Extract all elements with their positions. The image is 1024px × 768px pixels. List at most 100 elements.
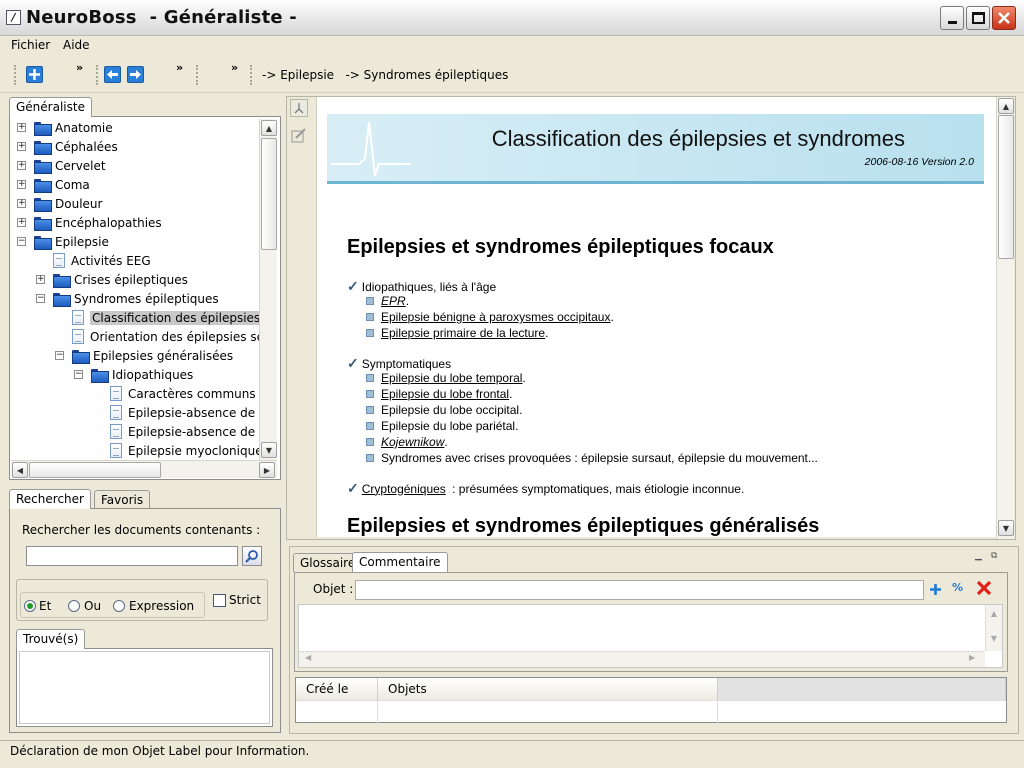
toolbar-grip-4[interactable] [250, 65, 253, 85]
list-item[interactable]: Epilepsie bénigne à paroxysmes occipitau… [381, 310, 614, 324]
document-vertical-scrollbar[interactable]: ▲ ▼ [996, 97, 1014, 539]
toolbar-grip[interactable] [14, 65, 17, 85]
menu-fichier[interactable]: Fichier [6, 37, 55, 54]
radio-et[interactable] [24, 600, 36, 612]
list-item[interactable]: Epilepsie du lobe temporal. [381, 371, 526, 385]
panel-minimize-icon[interactable]: ▁ [975, 551, 982, 561]
column-header-cree-le[interactable]: Créé le [296, 678, 378, 700]
comment-scroll-right-icon[interactable]: ▶ [969, 653, 975, 662]
edit-tool-button[interactable] [290, 126, 308, 144]
comment-scroll-up-icon[interactable]: ▲ [986, 609, 1002, 618]
tree-item-label: Idiopathiques [112, 367, 194, 382]
list-item-link[interactable]: Epilepsie du lobe frontal [381, 387, 509, 401]
doc-scroll-up-icon[interactable]: ▲ [998, 98, 1014, 114]
list-item-link[interactable]: Epilepsie bénigne à paroxysmes occipitau… [381, 310, 610, 324]
maximize-button[interactable] [966, 6, 990, 30]
expand-icon[interactable]: + [17, 142, 26, 151]
navigation-tree[interactable]: + Anatomie + Céphalées + Cervelet + Coma + Douleu… [11, 118, 277, 460]
tab-rechercher[interactable]: Rechercher [9, 489, 91, 509]
comment-text-area[interactable]: ▲ ▼ ◀ ▶ [298, 604, 1003, 668]
doc-scroll-down-icon[interactable]: ▼ [998, 520, 1014, 536]
results-list[interactable] [19, 651, 270, 724]
tab-favoris[interactable]: Favoris [94, 490, 151, 508]
strict-label: Strict [229, 593, 261, 607]
back-button[interactable] [104, 66, 121, 83]
arrow-right-icon [130, 70, 141, 79]
list-item: Syndromes avec crises provoquées : épile… [381, 451, 818, 465]
objet-input[interactable] [355, 580, 924, 600]
breadcrumb[interactable]: -> Epilepsie -> Syndromes épileptiques [262, 68, 508, 82]
add-comment-button[interactable] [928, 581, 942, 597]
tree-vertical-scrollbar[interactable]: ▲ ▼ [259, 119, 277, 460]
list-item-link[interactable]: Epilepsie primaire de la lecture [381, 326, 545, 340]
doc-scroll-thumb[interactable] [998, 115, 1014, 259]
expand-icon[interactable]: + [17, 123, 26, 132]
expand-icon[interactable]: + [36, 275, 45, 284]
comments-table[interactable]: Créé le Objets [295, 677, 1007, 723]
checkmark-icon: ✓ [347, 480, 359, 496]
radio-expression[interactable] [113, 600, 125, 612]
table-row[interactable] [296, 700, 1006, 723]
list-item-link[interactable]: EPR [381, 294, 406, 308]
group-label: Symptomatiques [361, 356, 452, 371]
tree-scroll-thumb[interactable] [261, 138, 277, 250]
edit-percent-icon: % [952, 581, 964, 594]
toolbar-overflow-2[interactable]: » [176, 61, 183, 74]
forward-button[interactable] [127, 66, 144, 83]
close-button[interactable] [992, 6, 1016, 30]
list-bullet-icon [366, 297, 374, 305]
expand-icon[interactable]: + [17, 218, 26, 227]
split-toggle-button[interactable] [290, 99, 308, 117]
folder-icon [34, 159, 52, 174]
column-header-objets[interactable]: Objets [378, 678, 718, 700]
tree-item-label: Syndromes épileptiques [74, 291, 219, 306]
edit-comment-button[interactable]: % [952, 581, 968, 597]
list-item[interactable]: EPR. [381, 294, 409, 308]
tab-generaliste[interactable]: Généraliste [9, 97, 92, 117]
menu-aide[interactable]: Aide [58, 37, 95, 54]
minimize-button[interactable] [940, 6, 964, 30]
delete-comment-button[interactable] [976, 580, 992, 596]
toolbar-overflow-3[interactable]: » [231, 61, 238, 74]
list-item-link[interactable]: Epilepsie du lobe temporal [381, 371, 522, 385]
collapse-icon[interactable]: − [17, 237, 26, 246]
list-item[interactable]: Kojewnikow. [381, 435, 448, 449]
list-item[interactable]: Epilepsie du lobe frontal. [381, 387, 512, 401]
tree-horizontal-scrollbar[interactable]: ◀ ▶ [11, 460, 277, 478]
collapse-icon[interactable]: − [55, 351, 64, 360]
toolbar-overflow-1[interactable]: » [76, 61, 83, 74]
scroll-left-icon[interactable]: ◀ [12, 462, 28, 478]
panel-restore-icon[interactable]: ⧉ [991, 551, 997, 561]
search-button[interactable] [242, 546, 262, 566]
plus-icon [929, 583, 941, 595]
toolbar-grip-3[interactable] [196, 65, 199, 85]
list-bullet-icon [366, 329, 374, 337]
comment-vscroll[interactable]: ▲ ▼ [985, 605, 1002, 651]
scroll-right-icon[interactable]: ▶ [259, 462, 275, 478]
scroll-up-icon[interactable]: ▲ [261, 120, 277, 136]
collapse-icon[interactable]: − [74, 370, 83, 379]
cryptogeniques-link[interactable]: Cryptogéniques [362, 482, 446, 496]
expand-icon[interactable]: + [17, 199, 26, 208]
radio-ou[interactable] [68, 600, 80, 612]
comment-scroll-left-icon[interactable]: ◀ [305, 653, 311, 662]
comment-hscroll[interactable]: ◀ ▶ [299, 651, 985, 667]
collapse-icon[interactable]: − [36, 294, 45, 303]
plus-icon [29, 69, 40, 80]
comment-scroll-down-icon[interactable]: ▼ [986, 634, 1002, 643]
tab-trouves[interactable]: Trouvé(s) [16, 629, 86, 649]
list-item-suffix: . [545, 326, 549, 340]
search-input[interactable] [26, 546, 238, 566]
tab-commentaire[interactable]: Commentaire [352, 552, 448, 572]
tree-hscroll-thumb[interactable] [29, 462, 161, 478]
strict-checkbox[interactable] [213, 594, 226, 607]
section-heading-focal: Epilepsies et syndromes épileptiques foc… [347, 236, 774, 258]
expand-icon[interactable]: + [17, 180, 26, 189]
list-item[interactable]: Epilepsie primaire de la lecture. [381, 326, 548, 340]
tree-item-label: Activités EEG [71, 253, 151, 268]
add-button[interactable] [26, 66, 43, 83]
expand-icon[interactable]: + [17, 161, 26, 170]
list-item-link[interactable]: Kojewnikow [381, 435, 444, 449]
scroll-down-icon[interactable]: ▼ [261, 442, 277, 458]
toolbar-grip-2[interactable] [96, 65, 99, 85]
